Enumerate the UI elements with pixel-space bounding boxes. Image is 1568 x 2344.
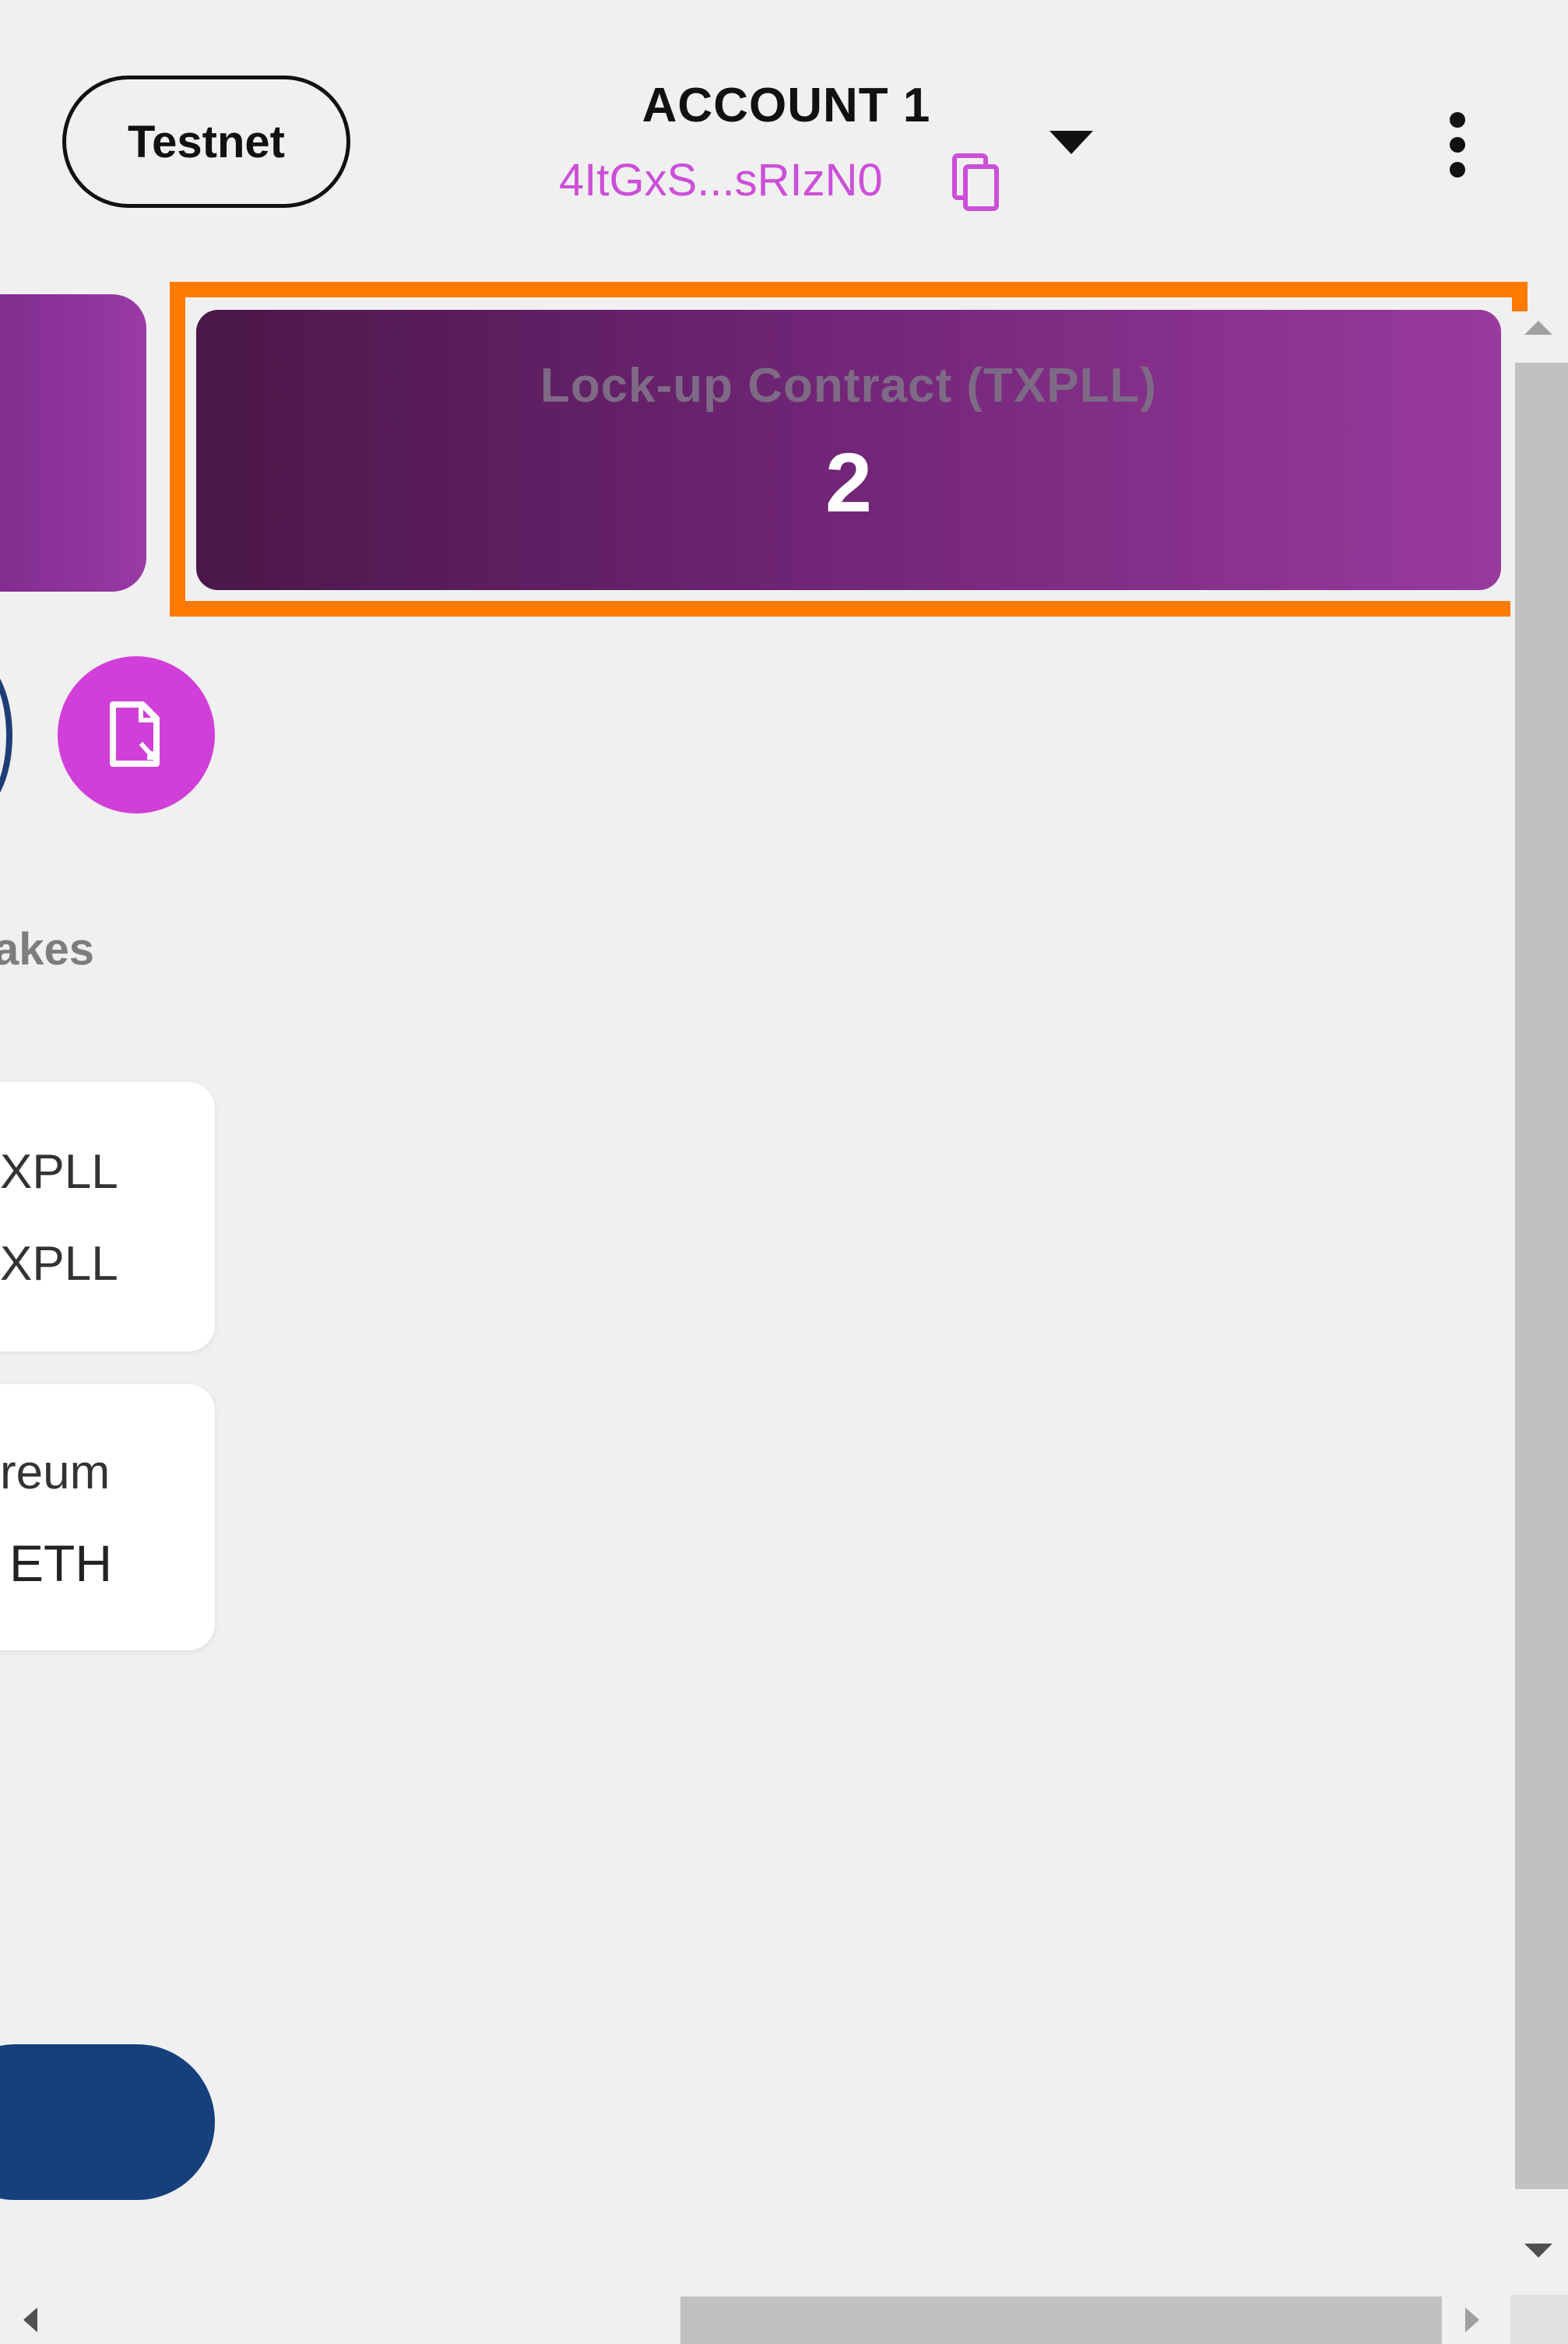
scroll-right-arrow-icon[interactable] bbox=[1465, 2307, 1479, 2332]
account-title[interactable]: ACCOUNT 1 bbox=[607, 78, 965, 133]
asset-name: XPLL bbox=[0, 1145, 118, 1199]
highlight-box bbox=[170, 282, 1528, 617]
copy-icon[interactable] bbox=[951, 153, 1001, 213]
scroll-down-arrow-icon[interactable] bbox=[1524, 2244, 1552, 2258]
file-icon bbox=[110, 701, 160, 767]
horizontal-scrollbar-thumb[interactable] bbox=[680, 2297, 1442, 2344]
more-vert-icon[interactable] bbox=[1442, 109, 1473, 187]
asset-balance: ETH bbox=[9, 1534, 112, 1592]
account-address: 4ItGxS...sRIzN0 bbox=[559, 155, 883, 206]
file-action-button[interactable] bbox=[58, 656, 215, 814]
scrollbar-corner bbox=[1510, 2295, 1568, 2344]
chevron-down-icon[interactable] bbox=[1049, 131, 1093, 157]
asset-card-txpll[interactable]: XPLL XPLL bbox=[0, 1082, 215, 1351]
scroll-up-arrow-icon[interactable] bbox=[1524, 321, 1552, 335]
primary-action-button[interactable] bbox=[0, 2044, 215, 2200]
asset-name: reum bbox=[0, 1446, 111, 1499]
vertical-scrollbar-thumb[interactable] bbox=[1515, 363, 1568, 2189]
asset-card-eth[interactable]: reum ETH bbox=[0, 1384, 215, 1650]
action-button-partial[interactable] bbox=[0, 658, 12, 814]
scroll-left-arrow-icon[interactable] bbox=[23, 2307, 37, 2332]
balance-card-partial[interactable] bbox=[0, 294, 146, 592]
network-toggle-button[interactable]: Testnet bbox=[62, 76, 350, 208]
asset-balance: XPLL bbox=[0, 1237, 118, 1291]
stakes-section-label: akes bbox=[0, 924, 95, 975]
